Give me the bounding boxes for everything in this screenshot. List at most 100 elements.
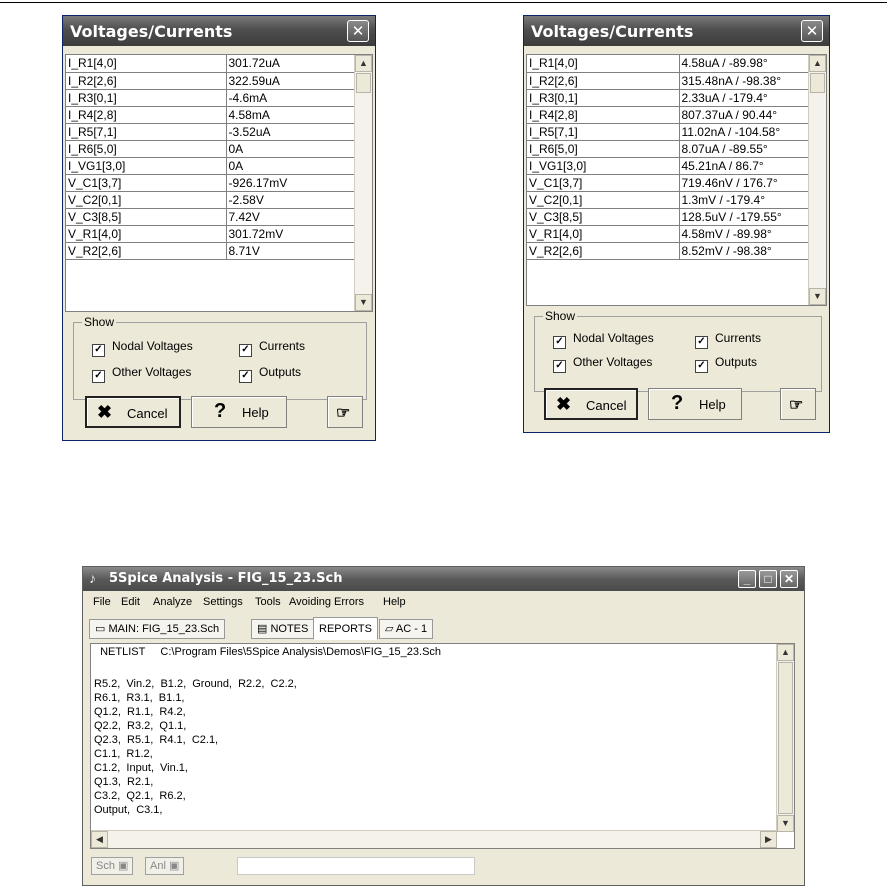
netlist-line: Q2.3, R5.1, R4.1, C2.1,	[94, 734, 219, 746]
table-row[interactable]: I_R3[0,1] 2.33uA / -179.4°	[527, 89, 810, 107]
status-sch-button[interactable]: Sch ▣	[91, 857, 134, 875]
other-voltages-checkbox[interactable]: ✓ Other Voltages	[92, 365, 191, 383]
pointer-button[interactable]: ☞	[780, 388, 816, 420]
signal-name-cell: I_R6[5,0]	[66, 140, 227, 158]
table-row[interactable]: I_R5[7,1] 11.02nA / -104.58°	[527, 123, 810, 141]
menu-file[interactable]: File	[93, 596, 111, 608]
pointing-hand-icon: ☞	[336, 405, 351, 422]
dialog-titlebar[interactable]: Voltages/Currents ✕	[63, 16, 375, 46]
table-row[interactable]: V_C2[0,1] 1.3mV / -179.4°	[527, 191, 810, 209]
scroll-down-icon[interactable]: ▼	[355, 294, 372, 311]
menu-edit[interactable]: Edit	[121, 596, 140, 608]
tab-ac-1[interactable]: ▱ AC - 1	[379, 619, 434, 639]
menu-tools[interactable]: Tools	[255, 596, 281, 608]
horizontal-scrollbar[interactable]: ◀ ▶	[91, 830, 777, 848]
table-row[interactable]: I_R2[2,6] 315.48nA / -98.38°	[527, 72, 810, 90]
minimize-icon: _	[743, 572, 751, 586]
table-row[interactable]: I_R2[2,6] 322.59uA	[66, 72, 356, 90]
question-mark-icon: ?	[671, 392, 684, 414]
table-row[interactable]: I_R5[7,1] -3.52uA	[66, 123, 356, 141]
outputs-checkbox[interactable]: ✓ Outputs	[695, 355, 757, 373]
menu-help[interactable]: Help	[383, 596, 406, 608]
scroll-down-icon[interactable]: ▼	[777, 815, 794, 832]
scroll-thumb[interactable]	[810, 73, 825, 93]
table-row[interactable]: V_C1[3,7] 719.46nV / 176.7°	[527, 174, 810, 192]
pointer-button[interactable]: ☞	[327, 396, 363, 428]
table-row[interactable]: I_R3[0,1] -4.6mA	[66, 89, 356, 107]
maximize-button[interactable]: □	[759, 570, 777, 588]
tab-notes[interactable]: ▤ NOTES	[251, 619, 315, 639]
show-group-label: Show	[82, 315, 117, 329]
signal-value-cell: 4.58mV / -89.98°	[679, 225, 810, 243]
netlist-line: C3.2, Q2.1, R6.2,	[94, 790, 186, 802]
scroll-up-icon[interactable]: ▲	[777, 644, 794, 661]
table-row[interactable]: I_R4[2,8] 4.58mA	[66, 106, 356, 124]
netlist-line: Q1.3, R2.1,	[94, 776, 154, 788]
menu-settings[interactable]: Settings	[203, 596, 243, 608]
table-row[interactable]: V_C3[8,5] 7.42V	[66, 208, 356, 226]
signal-name-cell: I_R6[5,0]	[527, 140, 680, 158]
signal-value-cell: -3.52uA	[226, 123, 356, 141]
values-list[interactable]: I_R1[4,0] 301.72uA I_R2[2,6] 322.59uA I_R3[0…	[65, 54, 373, 312]
table-row[interactable]: I_R4[2,8] 807.37uA / 90.44°	[527, 106, 810, 124]
save-icon: ▣	[168, 860, 180, 872]
status-bar: Sch ▣ Anl ▣	[87, 853, 800, 883]
table-row[interactable]: V_R2[2,6] 8.71V	[66, 242, 356, 260]
menu-analyze[interactable]: Analyze	[153, 596, 192, 608]
table-row[interactable]: V_R2[2,6] 8.52mV / -98.38°	[527, 242, 810, 260]
table-row[interactable]: V_C2[0,1] -2.58V	[66, 191, 356, 209]
tab-reports[interactable]: REPORTS	[313, 617, 378, 640]
scroll-up-icon[interactable]: ▲	[355, 55, 372, 72]
cancel-button[interactable]: ✖ Cancel	[85, 396, 181, 428]
tab-main[interactable]: ▭ MAIN: FIG_15_23.Sch	[89, 619, 226, 639]
table-row[interactable]: I_R6[5,0] 0A	[66, 140, 356, 158]
netlist-line: R6.1, R3.1, B1.1,	[94, 692, 185, 704]
close-button[interactable]: ✕	[347, 20, 369, 42]
table-row[interactable]: V_R1[4,0] 4.58mV / -89.98°	[527, 225, 810, 243]
other-voltages-checkbox[interactable]: ✓ Other Voltages	[553, 355, 652, 373]
signal-name-cell: V_C2[0,1]	[66, 191, 227, 209]
signal-value-cell: -4.6mA	[226, 89, 356, 107]
app-titlebar[interactable]: ♪ 5Spice Analysis - FIG_15_23.Sch _ □ ✕	[83, 567, 804, 591]
signal-value-cell: 8.71V	[226, 242, 356, 260]
scroll-thumb[interactable]	[778, 662, 793, 814]
signal-name-cell: V_R2[2,6]	[527, 242, 680, 260]
scroll-thumb[interactable]	[356, 73, 371, 93]
table-row[interactable]: V_C1[3,7] -926.17mV	[66, 174, 356, 192]
vertical-scrollbar[interactable]: ▲ ▼	[354, 55, 372, 311]
scroll-up-icon[interactable]: ▲	[809, 55, 826, 72]
dialog-titlebar[interactable]: Voltages/Currents ✕	[524, 16, 829, 46]
signal-name-cell: I_R3[0,1]	[66, 89, 227, 107]
values-list[interactable]: I_R1[4,0] 4.58uA / -89.98° I_R2[2,6] 315.48…	[526, 54, 827, 306]
table-row[interactable]: I_R6[5,0] 8.07uA / -89.55°	[527, 140, 810, 158]
scroll-right-icon[interactable]: ▶	[760, 831, 777, 848]
nodal-voltages-checkbox[interactable]: ✓ Nodal Voltages	[553, 331, 654, 349]
vertical-scrollbar[interactable]: ▲ ▼	[776, 644, 794, 832]
table-row[interactable]: V_R1[4,0] 301.72mV	[66, 225, 356, 243]
currents-checkbox[interactable]: ✓ Currents	[239, 339, 305, 357]
schematic-icon: ▭	[95, 623, 109, 635]
nodal-voltages-checkbox[interactable]: ✓ Nodal Voltages	[92, 339, 193, 357]
vertical-scrollbar[interactable]: ▲ ▼	[808, 55, 826, 305]
currents-checkbox[interactable]: ✓ Currents	[695, 331, 761, 349]
table-row[interactable]: I_VG1[3,0] 0A	[66, 157, 356, 175]
minimize-button[interactable]: _	[738, 570, 756, 588]
netlist-line: Output, C3.1,	[94, 804, 163, 816]
outputs-checkbox[interactable]: ✓ Outputs	[239, 365, 301, 383]
signal-name-cell: I_VG1[3,0]	[66, 157, 227, 175]
table-row[interactable]: V_C3[8,5] 128.5uV / -179.55°	[527, 208, 810, 226]
report-text-area[interactable]: NETLIST C:\Program Files\5Spice Analysis…	[90, 643, 795, 849]
scroll-left-icon[interactable]: ◀	[91, 831, 108, 848]
table-row[interactable]: I_VG1[3,0] 45.21nA / 86.7°	[527, 157, 810, 175]
cancel-button[interactable]: ✖ Cancel	[544, 388, 638, 420]
close-button[interactable]: ✕	[801, 20, 823, 42]
scroll-down-icon[interactable]: ▼	[809, 288, 826, 305]
signal-value-cell: 301.72uA	[226, 55, 356, 73]
table-row[interactable]: I_R1[4,0] 4.58uA / -89.98°	[527, 55, 810, 73]
table-row[interactable]: I_R1[4,0] 301.72uA	[66, 55, 356, 73]
help-button[interactable]: ? Help	[191, 396, 287, 428]
status-anl-button[interactable]: Anl ▣	[145, 857, 185, 875]
menu-avoiding-errors[interactable]: Avoiding Errors	[289, 596, 364, 608]
close-button[interactable]: ✕	[780, 570, 798, 588]
help-button[interactable]: ? Help	[648, 388, 742, 420]
